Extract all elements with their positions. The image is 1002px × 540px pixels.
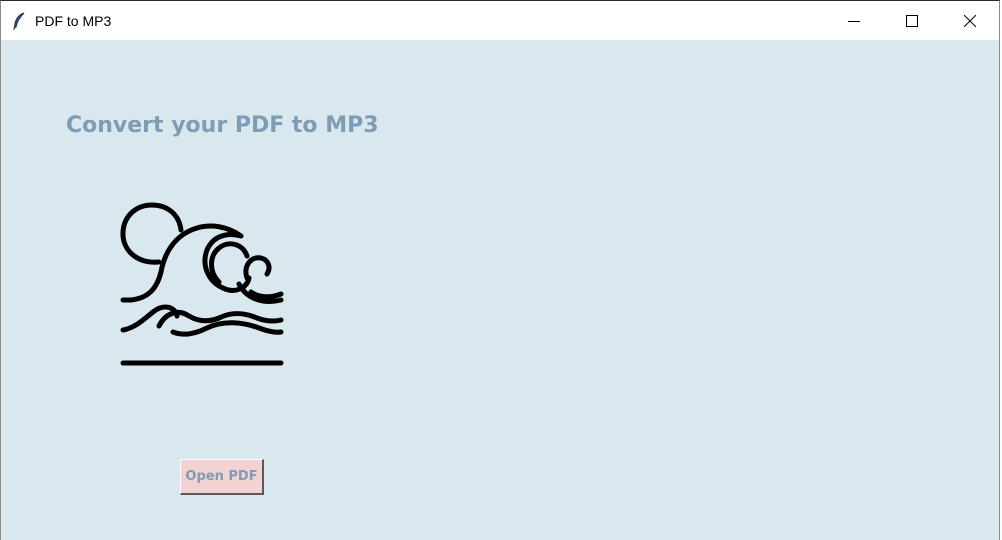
ocean-wave-icon	[120, 202, 284, 366]
minimize-icon	[848, 20, 860, 22]
minimize-button[interactable]	[825, 1, 883, 40]
maximize-button[interactable]	[883, 1, 941, 40]
close-button[interactable]	[941, 1, 999, 40]
window-title: PDF to MP3	[35, 12, 112, 29]
close-icon	[964, 14, 976, 27]
window-controls	[825, 1, 999, 40]
main-area: Convert your PDF to MP3 Open PDF	[1, 40, 999, 540]
title-bar[interactable]: PDF to MP3	[1, 1, 999, 40]
app-window: PDF to MP3 Convert your PDF to MP3 Open …	[0, 0, 1000, 540]
maximize-icon	[906, 14, 918, 27]
page-title: Convert your PDF to MP3	[66, 113, 379, 138]
open-pdf-button[interactable]: Open PDF	[180, 459, 264, 495]
feather-icon	[11, 12, 27, 30]
